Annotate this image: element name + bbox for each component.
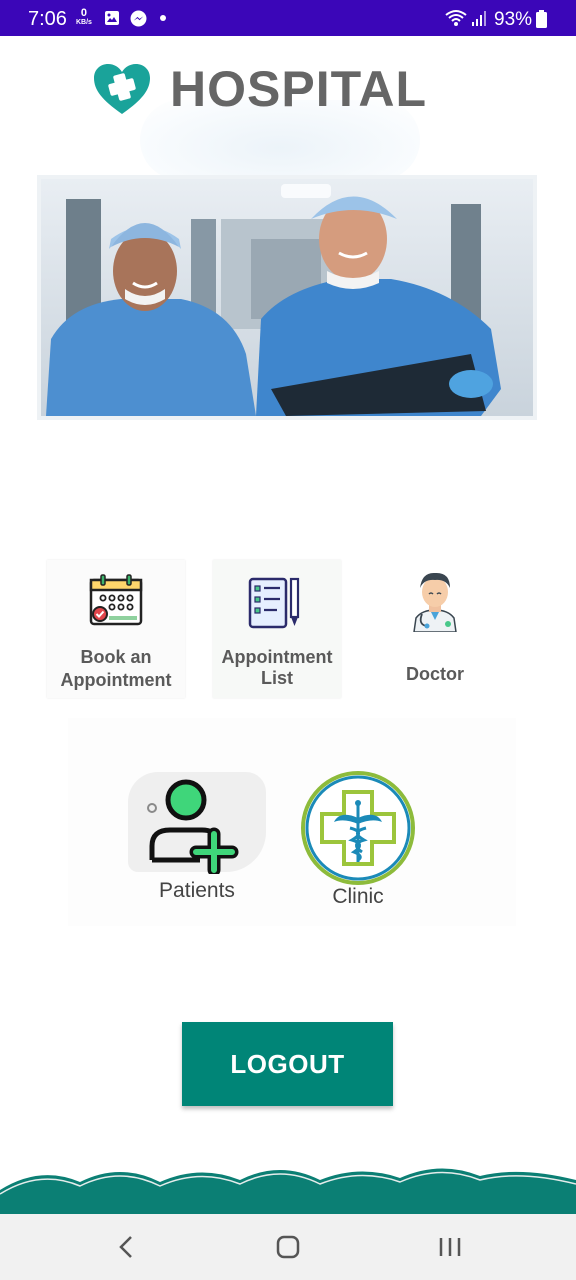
appointment-list-label-line2: List: [260, 668, 293, 688]
book-appointment-button[interactable]: Book an Appointment: [47, 560, 185, 698]
heart-cross-icon: [92, 62, 152, 116]
clinic-button[interactable]: Clinic: [298, 770, 418, 910]
wifi-icon: [444, 9, 468, 32]
app-screen: 7:06 0 KB/s 93% HOSPITAL Book an Appoint…: [0, 0, 576, 1280]
data-rate-unit: KB/s: [76, 19, 92, 26]
signal-icon: [471, 11, 487, 32]
system-nav-bar: [0, 1214, 576, 1280]
book-appointment-label-line2: Appointment: [60, 670, 172, 690]
clinic-label: Clinic: [332, 885, 384, 908]
doctor-icon: [408, 568, 462, 637]
status-time: 7:06: [28, 8, 67, 30]
add-user-icon: [142, 776, 252, 879]
caduceus-cross-icon: [300, 770, 416, 891]
battery-icon: [536, 10, 547, 33]
book-appointment-label-line1: Book an: [80, 647, 152, 667]
appointment-list-label-line1: Appointment: [221, 647, 333, 667]
doctor-button[interactable]: Doctor: [370, 560, 500, 698]
status-bar: 7:06 0 KB/s 93%: [0, 0, 576, 36]
hero-image: [37, 175, 537, 420]
patients-button[interactable]: Patients: [128, 770, 266, 910]
data-rate-value: 0: [80, 7, 88, 19]
back-icon[interactable]: [116, 1234, 136, 1265]
bottom-wave-decoration: [0, 1160, 576, 1214]
app-title: HOSPITAL: [170, 61, 428, 117]
recents-icon[interactable]: [437, 1234, 463, 1265]
notification-dot: [160, 15, 166, 21]
gallery-icon: [104, 10, 120, 31]
appointment-list-button[interactable]: Appointment List: [213, 560, 341, 698]
calendar-icon: [87, 572, 145, 635]
doctor-label: Doctor: [406, 664, 464, 684]
checklist-icon: [247, 576, 303, 635]
data-rate-indicator: 0 KB/s: [76, 7, 92, 27]
messenger-icon: [130, 10, 147, 32]
home-icon[interactable]: [275, 1234, 301, 1265]
battery-percent: 93%: [494, 9, 533, 30]
logout-button[interactable]: LOGOUT: [182, 1022, 393, 1106]
patients-label: Patients: [159, 879, 235, 902]
